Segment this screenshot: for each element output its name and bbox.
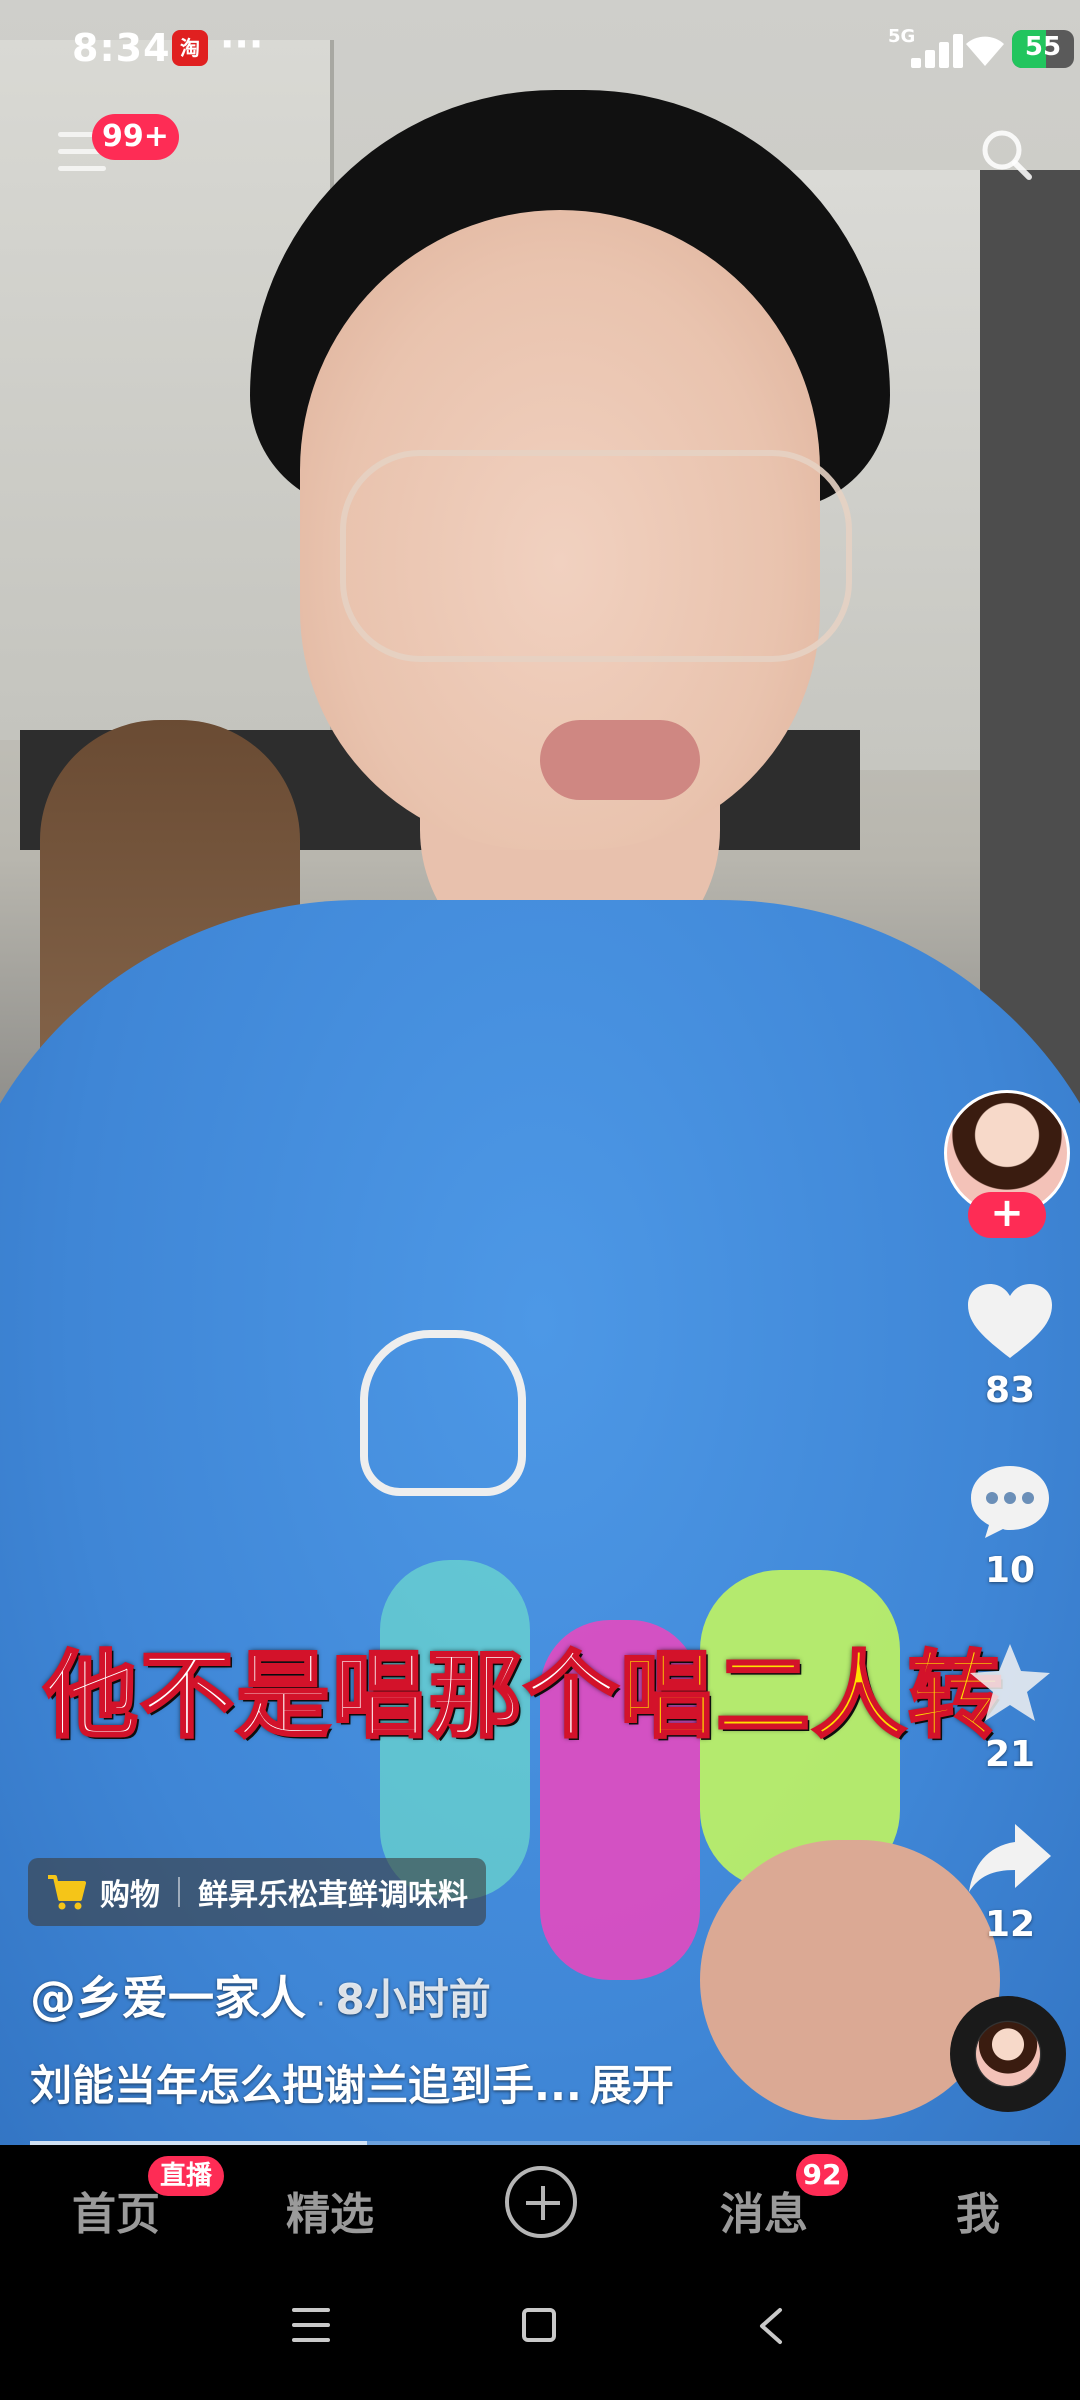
share-button[interactable]: 12	[950, 1820, 1070, 1945]
nav-me[interactable]: 我	[956, 2178, 1000, 2242]
video-subject-glasses	[340, 450, 852, 662]
wifi-icon	[966, 36, 1004, 66]
music-cover	[976, 2022, 1040, 2086]
status-time: 8:34	[72, 26, 171, 70]
favorite-count: 21	[984, 1734, 1036, 1775]
author-line: @乡爱一家人 · 8小时前	[30, 1962, 491, 2028]
create-button[interactable]	[505, 2166, 577, 2238]
bottom-navigation: 首页 直播 精选 消息 92 我	[0, 2148, 1080, 2268]
share-icon	[969, 1824, 1051, 1892]
follow-button[interactable]: +	[968, 1192, 1046, 1238]
music-disc-button[interactable]	[950, 1996, 1066, 2112]
home-button[interactable]	[522, 2308, 556, 2342]
share-count: 12	[984, 1904, 1036, 1945]
post-time: 8小时前	[335, 1975, 491, 2024]
messages-badge: 92	[796, 2154, 848, 2196]
nav-home[interactable]: 首页	[72, 2178, 160, 2242]
phone-screen: 8:34 淘 ··· 5G 55 ⚡ 99+	[0, 0, 1080, 2400]
video-subject-lips	[540, 720, 700, 800]
progress-fill	[30, 2141, 367, 2145]
system-navigation-bar	[0, 2268, 1080, 2400]
shopping-link[interactable]: 购物 鲜昇乐松茸鲜调味料	[28, 1858, 486, 1926]
recent-apps-button[interactable]	[292, 2308, 330, 2342]
signal-icon	[897, 32, 967, 68]
separator-dot: ·	[316, 1987, 326, 2022]
video-description[interactable]: 刘能当年怎么把谢兰追到手... 展开	[30, 2052, 674, 2113]
description-text: 刘能当年怎么把谢兰追到手...	[30, 2061, 582, 2110]
comment-button[interactable]: 10	[950, 1460, 1070, 1591]
comment-icon	[971, 1466, 1049, 1538]
star-icon	[970, 1644, 1050, 1721]
search-icon[interactable]	[976, 124, 1036, 184]
battery-icon: 55	[1012, 30, 1074, 68]
divider	[178, 1877, 180, 1907]
live-badge: 直播	[148, 2156, 225, 2196]
shirt-print-logo	[360, 1330, 526, 1496]
subtitle-text: 他不是唱那个	[42, 1641, 621, 1753]
taobao-notification-icon: 淘	[172, 30, 208, 66]
shopping-label: 购物	[100, 1878, 160, 1913]
author-avatar-button[interactable]: +	[944, 1090, 1070, 1238]
expand-link[interactable]: 展开	[590, 2061, 674, 2110]
notification-badge: 99+	[92, 114, 179, 160]
like-button[interactable]: 83	[950, 1280, 1070, 1411]
more-notifications-icon: ···	[220, 22, 264, 66]
status-bar: 8:34 淘 ··· 5G 55 ⚡	[0, 0, 1080, 100]
battery-level: 55	[1024, 32, 1062, 62]
nav-messages[interactable]: 消息	[720, 2178, 808, 2242]
like-count: 83	[984, 1370, 1036, 1411]
favorite-button[interactable]: 21	[950, 1640, 1070, 1775]
subtitle-highlight-text: 唱二人转	[619, 1641, 1005, 1753]
video-player[interactable]	[0, 0, 1080, 2145]
comment-count: 10	[984, 1550, 1036, 1591]
author-name[interactable]: @乡爱一家人	[30, 1971, 306, 2025]
product-name: 鲜昇乐松茸鲜调味料	[198, 1878, 468, 1913]
cart-icon	[48, 1875, 86, 1910]
back-icon[interactable]	[752, 2306, 792, 2346]
video-progress-bar[interactable]	[30, 2141, 1050, 2145]
heart-icon	[968, 1284, 1052, 1358]
video-subtitle: 他不是唱那个唱二人转	[42, 1620, 1005, 1756]
nav-featured[interactable]: 精选	[286, 2178, 374, 2242]
